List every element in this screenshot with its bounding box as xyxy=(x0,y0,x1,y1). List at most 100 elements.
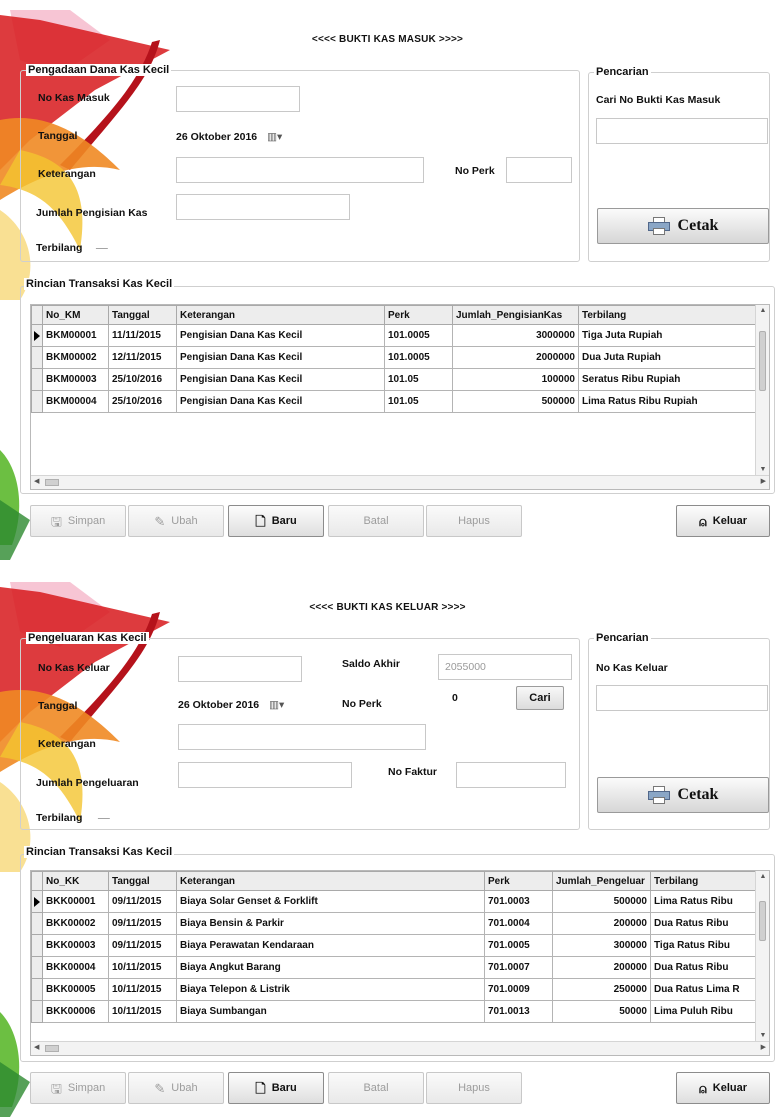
table-cell[interactable]: Dua Juta Rupiah xyxy=(578,346,757,369)
scroll-down-icon[interactable]: ▼ xyxy=(756,466,769,473)
no-kas-masuk-input[interactable] xyxy=(176,86,300,112)
row-selector[interactable] xyxy=(31,324,43,347)
row-selector[interactable] xyxy=(31,978,43,1001)
no-perk-input[interactable] xyxy=(506,157,572,183)
table-cell[interactable]: 100000 xyxy=(452,368,579,391)
table-cell[interactable]: 2000000 xyxy=(452,346,579,369)
column-header[interactable]: Keterangan xyxy=(176,305,385,325)
table-cell[interactable]: Lima Ratus Ribu Rupiah xyxy=(578,390,757,413)
batal-button[interactable]: Batal xyxy=(328,1072,424,1104)
vertical-scrollbar[interactable]: ▲ ▼ xyxy=(755,305,769,475)
cetak-button[interactable]: Cetak xyxy=(597,208,769,244)
batal-button[interactable]: Batal xyxy=(328,505,424,537)
table-cell[interactable]: 10/11/2015 xyxy=(108,978,177,1001)
table-cell[interactable]: 500000 xyxy=(452,390,579,413)
table-cell[interactable]: Tiga Ratus Ribu xyxy=(650,934,759,957)
scroll-right-icon[interactable]: ▶ xyxy=(761,1043,766,1051)
baru-button[interactable]: 🗋 Baru xyxy=(228,505,324,537)
horizontal-scroll-thumb[interactable] xyxy=(45,1045,59,1052)
table-cell[interactable]: 25/10/2016 xyxy=(108,390,177,413)
table-cell[interactable]: BKK00005 xyxy=(42,978,109,1001)
table-cell[interactable]: 101.05 xyxy=(384,368,453,391)
table-row[interactable]: BKK00005 10/11/2015 Biaya Telepon & List… xyxy=(31,978,759,1001)
cetak-button[interactable]: Cetak xyxy=(597,777,769,813)
table-row[interactable]: BKK00004 10/11/2015 Biaya Angkut Barang … xyxy=(31,956,759,979)
tanggal-date-picker[interactable]: 26 Oktober 2016 ▥▾ xyxy=(176,124,326,150)
keluar-button[interactable]: ⍝ Keluar xyxy=(676,1072,770,1104)
table-cell[interactable]: 25/10/2016 xyxy=(108,368,177,391)
table-cell[interactable]: 50000 xyxy=(552,1000,651,1023)
row-selector[interactable] xyxy=(31,912,43,935)
table-cell[interactable]: Biaya Solar Genset & Forklift xyxy=(176,890,485,913)
simpan-button[interactable]: 🖫 Simpan xyxy=(30,1072,126,1104)
transaction-grid[interactable]: No_KK Tanggal Keterangan Perk Jumlah_Pen… xyxy=(30,870,770,1056)
tanggal-date-picker[interactable]: 26 Oktober 2016 ▥▾ xyxy=(178,692,328,718)
row-selector[interactable] xyxy=(31,390,43,413)
table-cell[interactable]: 701.0005 xyxy=(484,934,553,957)
table-cell[interactable]: 09/11/2015 xyxy=(108,934,177,957)
table-row[interactable]: BKM00002 12/11/2015 Pengisian Dana Kas K… xyxy=(31,346,757,369)
table-cell[interactable]: Biaya Sumbangan xyxy=(176,1000,485,1023)
table-row[interactable]: BKK00002 09/11/2015 Biaya Bensin & Parki… xyxy=(31,912,759,935)
row-selector[interactable] xyxy=(31,346,43,369)
table-cell[interactable]: 101.0005 xyxy=(384,346,453,369)
table-cell[interactable]: 250000 xyxy=(552,978,651,1001)
table-row[interactable]: BKM00001 11/11/2015 Pengisian Dana Kas K… xyxy=(31,324,757,347)
table-cell[interactable]: 3000000 xyxy=(452,324,579,347)
horizontal-scroll-thumb[interactable] xyxy=(45,479,59,486)
table-cell[interactable]: Pengisian Dana Kas Kecil xyxy=(176,324,385,347)
row-selector[interactable] xyxy=(31,934,43,957)
table-cell[interactable]: BKK00001 xyxy=(42,890,109,913)
column-header[interactable]: Terbilang xyxy=(578,305,757,325)
column-header[interactable]: No_KK xyxy=(42,871,109,891)
table-cell[interactable]: 701.0013 xyxy=(484,1000,553,1023)
table-cell[interactable]: 09/11/2015 xyxy=(108,890,177,913)
table-cell[interactable]: Pengisian Dana Kas Kecil xyxy=(176,346,385,369)
no-kas-keluar-input[interactable] xyxy=(178,656,302,682)
scroll-left-icon[interactable]: ◀ xyxy=(34,1043,39,1051)
table-cell[interactable]: 12/11/2015 xyxy=(108,346,177,369)
table-cell[interactable]: Dua Ratus Ribu xyxy=(650,912,759,935)
table-cell[interactable]: BKM00004 xyxy=(42,390,109,413)
row-selector[interactable] xyxy=(31,956,43,979)
calendar-dropdown-icon[interactable]: ▥▾ xyxy=(269,699,284,711)
table-cell[interactable]: 101.05 xyxy=(384,390,453,413)
ubah-button[interactable]: ✎ Ubah xyxy=(128,505,224,537)
table-cell[interactable]: BKK00004 xyxy=(42,956,109,979)
table-row[interactable]: BKM00004 25/10/2016 Pengisian Dana Kas K… xyxy=(31,390,757,413)
table-cell[interactable]: 09/11/2015 xyxy=(108,912,177,935)
simpan-button[interactable]: 🖫 Simpan xyxy=(30,505,126,537)
scroll-up-icon[interactable]: ▲ xyxy=(756,307,769,314)
table-cell[interactable]: Biaya Angkut Barang xyxy=(176,956,485,979)
table-cell[interactable]: Pengisian Dana Kas Kecil xyxy=(176,390,385,413)
search-input[interactable] xyxy=(596,118,768,144)
ubah-button[interactable]: ✎ Ubah xyxy=(128,1072,224,1104)
table-cell[interactable]: Biaya Telepon & Listrik xyxy=(176,978,485,1001)
row-selector[interactable] xyxy=(31,890,43,913)
table-cell[interactable]: Lima Ratus Ribu xyxy=(650,890,759,913)
row-selector[interactable] xyxy=(31,1000,43,1023)
scroll-down-icon[interactable]: ▼ xyxy=(756,1032,769,1039)
scroll-left-icon[interactable]: ◀ xyxy=(34,477,39,485)
horizontal-scrollbar[interactable]: ◀ ▶ xyxy=(31,475,769,489)
table-cell[interactable]: Tiga Juta Rupiah xyxy=(578,324,757,347)
hapus-button[interactable]: Hapus xyxy=(426,505,522,537)
no-faktur-input[interactable] xyxy=(456,762,566,788)
table-cell[interactable]: BKK00002 xyxy=(42,912,109,935)
table-cell[interactable]: 701.0003 xyxy=(484,890,553,913)
column-header[interactable]: Jumlah_PengisianKas xyxy=(452,305,579,325)
keterangan-input[interactable] xyxy=(178,724,426,750)
column-header[interactable]: Tanggal xyxy=(108,871,177,891)
jumlah-pengisian-input[interactable] xyxy=(176,194,350,220)
table-cell[interactable]: 200000 xyxy=(552,956,651,979)
column-header[interactable]: Perk xyxy=(384,305,453,325)
vertical-scroll-thumb[interactable] xyxy=(759,901,766,941)
column-header[interactable]: Tanggal xyxy=(108,305,177,325)
keterangan-input[interactable] xyxy=(176,157,424,183)
vertical-scrollbar[interactable]: ▲ ▼ xyxy=(755,871,769,1041)
column-header[interactable]: Perk xyxy=(484,871,553,891)
table-cell[interactable]: 500000 xyxy=(552,890,651,913)
table-cell[interactable]: BKM00002 xyxy=(42,346,109,369)
baru-button[interactable]: 🗋 Baru xyxy=(228,1072,324,1104)
table-cell[interactable]: BKK00003 xyxy=(42,934,109,957)
